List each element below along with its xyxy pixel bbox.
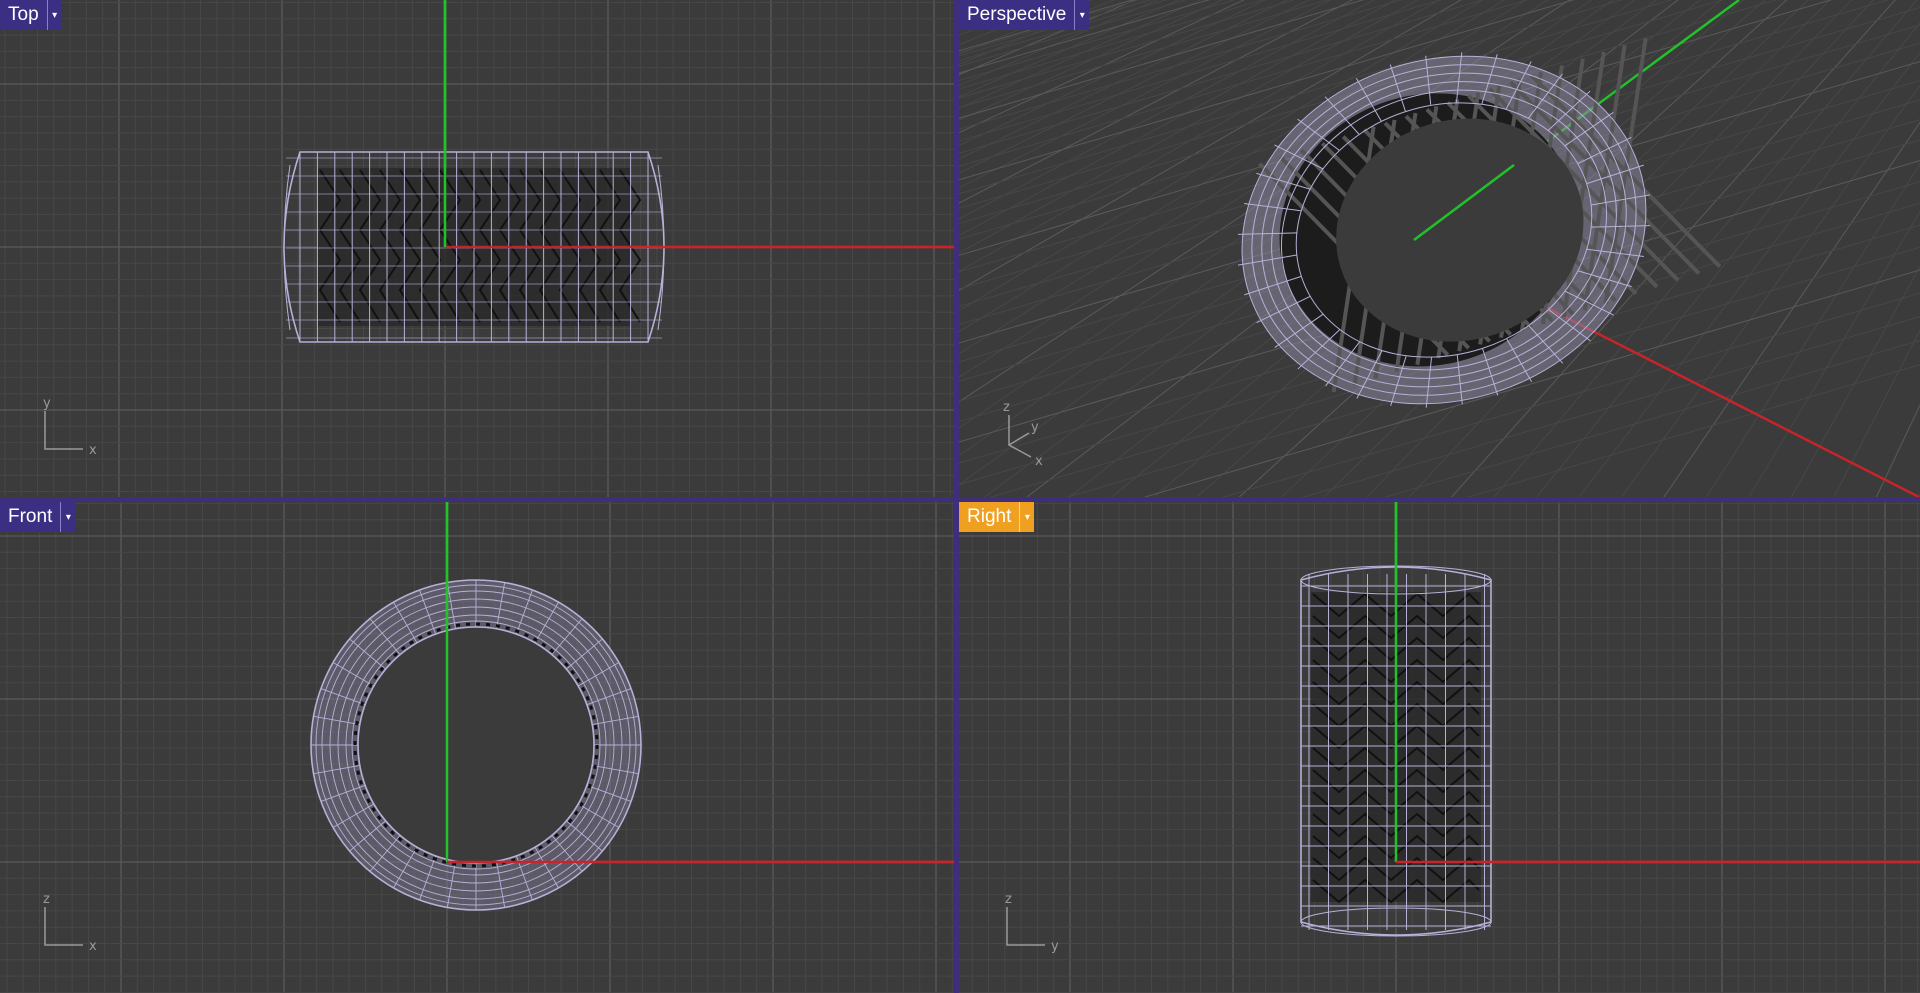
- gizmo-horizontal-label: y: [1051, 939, 1059, 954]
- gizmo-x-label: x: [1035, 454, 1043, 469]
- gizmo-vertical-label: y: [43, 396, 51, 411]
- ring-bore: [358, 627, 594, 863]
- top-view-canvas[interactable]: xy: [0, 0, 954, 497]
- viewport-top[interactable]: xy Top ▾: [0, 0, 954, 497]
- viewport-tab-front[interactable]: Front ▾: [0, 502, 76, 532]
- viewport-perspective[interactable]: z y x Perspective ▾: [959, 0, 1920, 497]
- chevron-down-icon[interactable]: ▾: [60, 502, 76, 532]
- viewport-title[interactable]: Right: [959, 502, 1020, 532]
- gizmo-z-label: z: [1003, 400, 1010, 415]
- right-view-canvas[interactable]: yz: [959, 502, 1920, 993]
- viewport-tab-perspective[interactable]: Perspective ▾: [959, 0, 1090, 30]
- axis-gizmo-icon: [44, 907, 83, 946]
- axis-gizmo-icon: [1006, 907, 1045, 946]
- chevron-down-icon[interactable]: ▾: [1019, 502, 1035, 532]
- perspective-view-canvas[interactable]: z y x: [959, 0, 1920, 497]
- front-view-canvas[interactable]: xz: [0, 502, 954, 993]
- chevron-down-icon[interactable]: ▾: [46, 0, 62, 30]
- chevron-down-icon[interactable]: ▾: [1074, 0, 1090, 30]
- viewport-title[interactable]: Front: [0, 502, 61, 532]
- viewport-front[interactable]: xz Front ▾: [0, 502, 954, 993]
- viewport-tab-top[interactable]: Top ▾: [0, 0, 62, 30]
- rhino-viewport-layout: xy Top ▾ zyx Perspective ▾ xz Front ▾ yz…: [0, 0, 1920, 993]
- ring-wireframe-front: [310, 579, 642, 911]
- gizmo-vertical-label: z: [1005, 892, 1012, 907]
- axis-gizmo-icon: [44, 411, 83, 450]
- viewport-tab-right[interactable]: Right ▾: [959, 502, 1035, 532]
- viewport-title[interactable]: Top: [0, 0, 47, 30]
- gizmo-horizontal-label: x: [89, 939, 97, 954]
- viewport-right[interactable]: yz Right ▾: [959, 502, 1920, 993]
- gizmo-y-label: y: [1031, 420, 1039, 435]
- ring-wireframe-perspective: [1237, 38, 1722, 408]
- gizmo-horizontal-label: x: [89, 443, 97, 458]
- viewport-title[interactable]: Perspective: [959, 0, 1075, 30]
- gizmo-vertical-label: z: [43, 892, 50, 907]
